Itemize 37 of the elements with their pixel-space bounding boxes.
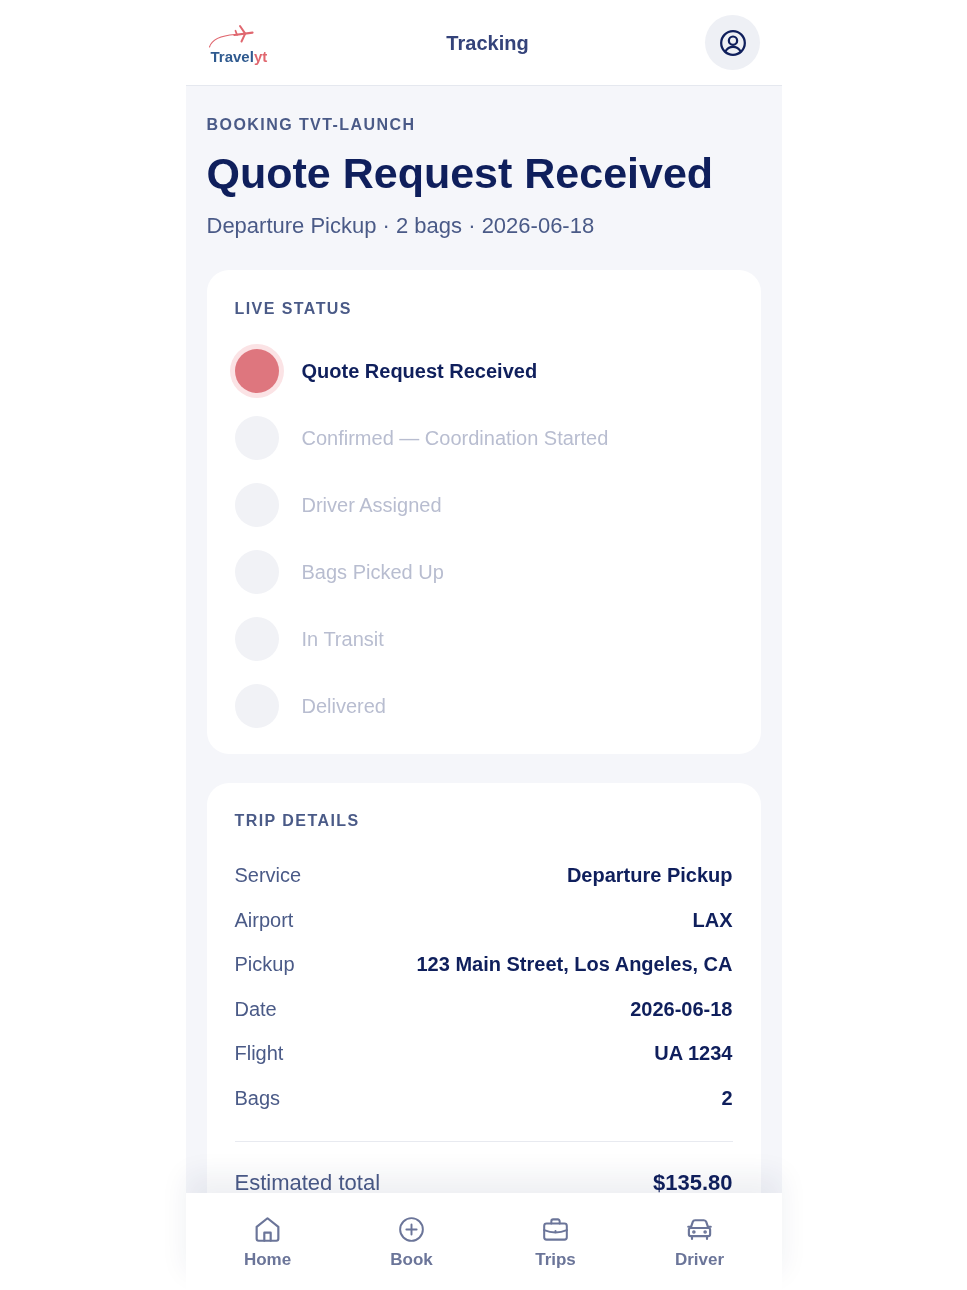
nav-tab[interactable]: Trips — [483, 1217, 628, 1273]
step-label: Confirmed — Coordination Started — [301, 425, 609, 451]
step-label: Driver Assigned — [301, 492, 442, 518]
section-heading: TRIP DETAILS — [234, 811, 361, 831]
step-label: Bags Picked Up — [301, 559, 444, 585]
detail-label: Flight — [234, 1041, 284, 1067]
home-icon — [255, 1217, 280, 1242]
section-heading: LIVE STATUS — [234, 299, 353, 319]
nav-tab[interactable]: Home — [195, 1217, 340, 1273]
total-value: $135.80 — [652, 1172, 733, 1193]
detail-value: UA 1234 — [654, 1041, 733, 1067]
detail-value: Departure Pickup — [566, 863, 733, 889]
user-icon — [720, 29, 746, 56]
detail-value: 2 — [721, 1085, 733, 1111]
detail-label: Airport — [234, 907, 294, 933]
nav-tab[interactable]: Driver — [627, 1217, 772, 1273]
detail-value: LAX — [692, 907, 733, 933]
plane-trail-icon — [207, 24, 254, 48]
detail-label: Bags — [234, 1085, 281, 1111]
detail-label: Pickup — [234, 952, 295, 978]
total-label: Estimated total — [234, 1172, 380, 1193]
detail-value: 2026-06-18 — [630, 996, 733, 1022]
booking-summary: Departure Pickup · 2 bags · 2026-06-18 — [206, 212, 596, 240]
step-label: Delivered — [301, 693, 386, 719]
booking-status-title: Quote Request Received — [206, 148, 715, 199]
detail-label: Date — [234, 996, 277, 1022]
briefcase-icon — [543, 1217, 568, 1242]
nav-tab[interactable]: Book — [339, 1217, 484, 1273]
step-label: In Transit — [301, 626, 384, 652]
booking-reference: BOOKING TVT-LAUNCH — [206, 115, 417, 135]
detail-value: 123 Main Street, Los Angeles, CA — [416, 952, 733, 978]
detail-label: Service — [234, 863, 302, 889]
page-title: Tracking — [446, 30, 529, 56]
step-label: Quote Request Received — [301, 358, 538, 384]
plus-circle-icon — [399, 1217, 424, 1242]
logo-text: Travelyt — [210, 48, 268, 65]
car-icon — [687, 1217, 712, 1242]
